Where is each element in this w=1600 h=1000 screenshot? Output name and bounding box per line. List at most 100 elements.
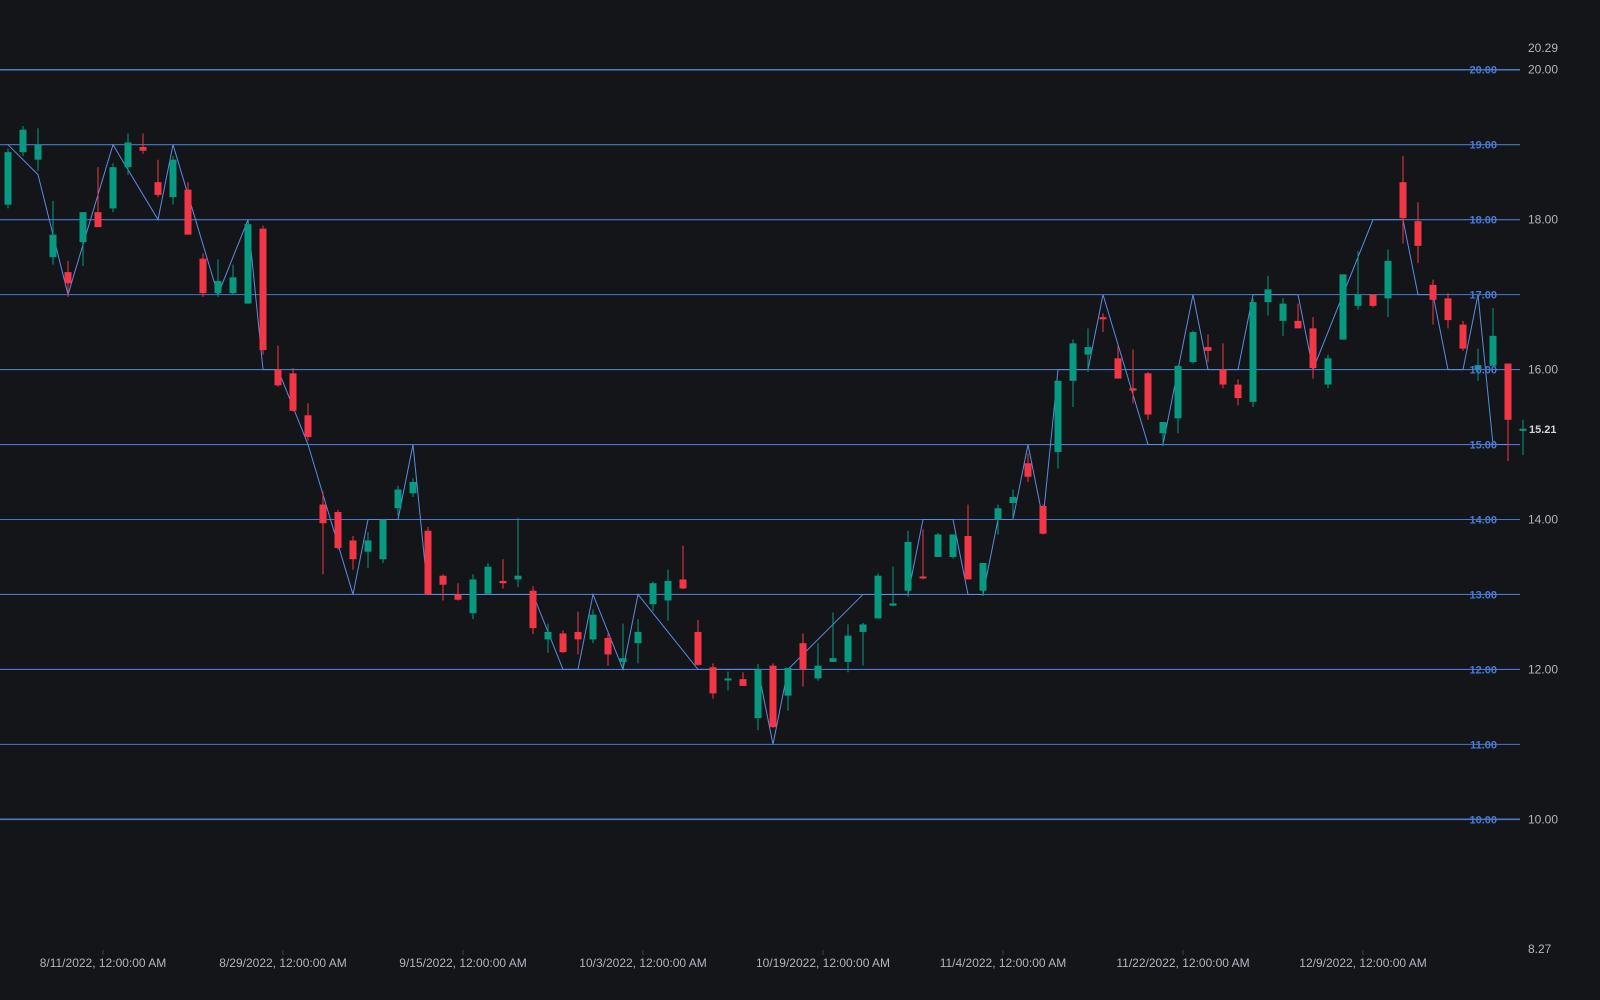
candle-body-down[interactable]	[529, 590, 537, 629]
candle-body-up[interactable]	[979, 562, 987, 591]
candle-body-down[interactable]	[1039, 505, 1047, 534]
candle-body-down[interactable]	[769, 665, 777, 728]
candle-body-up[interactable]	[49, 234, 57, 258]
candle-body-up[interactable]	[1384, 260, 1392, 299]
candle-body-down[interactable]	[1504, 363, 1512, 420]
candle-body-down[interactable]	[964, 535, 972, 580]
candle-body-down[interactable]	[1099, 317, 1107, 320]
candle-body-up[interactable]	[79, 212, 87, 243]
candle-body-down[interactable]	[424, 530, 432, 595]
candle-body-up[interactable]	[4, 152, 12, 205]
candle-body-up[interactable]	[889, 603, 897, 606]
candle-body-up[interactable]	[844, 635, 852, 662]
candle-body-up[interactable]	[1249, 302, 1257, 402]
candle-body-down[interactable]	[1114, 358, 1122, 379]
candle-body-up[interactable]	[1279, 303, 1287, 321]
candlestick-chart[interactable]: 20.00 19.00 18.00 17.00 16.00 15.00 14.00 13.00…	[0, 0, 1600, 1000]
candle-body-up[interactable]	[664, 580, 672, 601]
candle-body-down[interactable]	[694, 631, 702, 665]
candle-body-up[interactable]	[379, 519, 387, 560]
candle-body-down[interactable]	[349, 540, 357, 560]
candle-body-up[interactable]	[949, 534, 957, 557]
candle-body-down[interactable]	[499, 580, 507, 584]
candle-body-up[interactable]	[1489, 335, 1497, 366]
candle-body-down[interactable]	[304, 415, 312, 438]
candle-body-up[interactable]	[859, 624, 867, 632]
candle-body-down[interactable]	[319, 504, 327, 524]
candle-body-down[interactable]	[184, 189, 192, 235]
candle-body-down[interactable]	[289, 373, 297, 411]
candle-body-up[interactable]	[469, 579, 477, 614]
candle-body-up[interactable]	[19, 129, 27, 153]
candle-body-down[interactable]	[1459, 324, 1467, 349]
candle-body-down[interactable]	[94, 212, 102, 228]
candle-body-up[interactable]	[1159, 422, 1167, 434]
candle-body-down[interactable]	[1414, 221, 1422, 246]
candle-body-up[interactable]	[754, 669, 762, 719]
candle-body-up[interactable]	[994, 508, 1002, 520]
candle-body-down[interactable]	[709, 667, 717, 694]
candle-body-down[interactable]	[334, 511, 342, 548]
candle-body-up[interactable]	[589, 614, 597, 640]
candle-body-up[interactable]	[934, 534, 942, 557]
candle-body-up[interactable]	[1084, 347, 1092, 355]
candle-body-up[interactable]	[634, 631, 642, 644]
candle-body-up[interactable]	[514, 575, 522, 580]
candle-body-down[interactable]	[799, 643, 807, 670]
candle-body-down[interactable]	[439, 575, 447, 585]
candle-body-down[interactable]	[604, 637, 612, 655]
candle-body-up[interactable]	[1174, 365, 1182, 419]
candle-body-down[interactable]	[1129, 388, 1137, 391]
candle-body-down[interactable]	[1219, 369, 1227, 385]
candle-body-down[interactable]	[559, 633, 567, 653]
candle-body-up[interactable]	[619, 658, 627, 662]
candle-body-up[interactable]	[1069, 343, 1077, 381]
candle-body-down[interactable]	[154, 182, 162, 195]
candle-body-up[interactable]	[214, 281, 222, 294]
candle-body-up[interactable]	[1339, 274, 1347, 340]
candle-body-down[interactable]	[139, 146, 147, 151]
candle-body-up[interactable]	[724, 678, 732, 681]
candle-body-down[interactable]	[1144, 373, 1152, 415]
candle-body-up[interactable]	[1324, 358, 1332, 385]
candle-body-down[interactable]	[64, 272, 72, 284]
candle-body-down[interactable]	[1024, 463, 1032, 477]
candle-body-up[interactable]	[1009, 497, 1017, 503]
candle-body-down[interactable]	[1309, 328, 1317, 369]
candle-body-up[interactable]	[409, 482, 417, 494]
candle-body-up[interactable]	[874, 575, 882, 619]
candle-body-down[interactable]	[574, 631, 582, 640]
candle-body-up[interactable]	[1054, 380, 1062, 453]
candle-body-up[interactable]	[1354, 294, 1362, 306]
candle-body-up[interactable]	[34, 144, 42, 160]
candle-body-down[interactable]	[1429, 284, 1437, 300]
candle-body-down[interactable]	[454, 594, 462, 600]
candle-body-down[interactable]	[1234, 384, 1242, 399]
candle-body-down[interactable]	[199, 258, 207, 294]
candle-body-up[interactable]	[229, 277, 237, 294]
candle-body-up[interactable]	[649, 583, 657, 605]
candle-body-up[interactable]	[124, 142, 132, 168]
candle-body-up[interactable]	[1189, 332, 1197, 363]
candle-body-down[interactable]	[1444, 298, 1452, 321]
candle-body-up[interactable]	[484, 566, 492, 594]
chart-canvas[interactable]: 20.00 19.00 18.00 17.00 16.00 15.00 14.00 13.00…	[0, 0, 1600, 1000]
candle-body-down[interactable]	[739, 679, 747, 686]
candle-body-down[interactable]	[679, 579, 687, 589]
candle-body-up[interactable]	[1519, 428, 1527, 431]
candle-body-up[interactable]	[394, 489, 402, 509]
candle-body-up[interactable]	[544, 631, 552, 640]
candle-body-up[interactable]	[1264, 289, 1272, 303]
candle-body-down[interactable]	[1204, 347, 1212, 351]
candle-body-down[interactable]	[919, 576, 927, 579]
candle-body-down[interactable]	[259, 228, 267, 351]
candle-body-down[interactable]	[274, 369, 282, 386]
candle-body-up[interactable]	[784, 667, 792, 696]
candle-body-up[interactable]	[244, 224, 252, 304]
candle-body-down[interactable]	[1369, 294, 1377, 306]
candle-body-down[interactable]	[1399, 182, 1407, 219]
candle-body-up[interactable]	[829, 658, 837, 662]
candle-body-up[interactable]	[814, 665, 822, 679]
candle-body-up[interactable]	[109, 167, 117, 209]
candle-body-up[interactable]	[904, 541, 912, 591]
